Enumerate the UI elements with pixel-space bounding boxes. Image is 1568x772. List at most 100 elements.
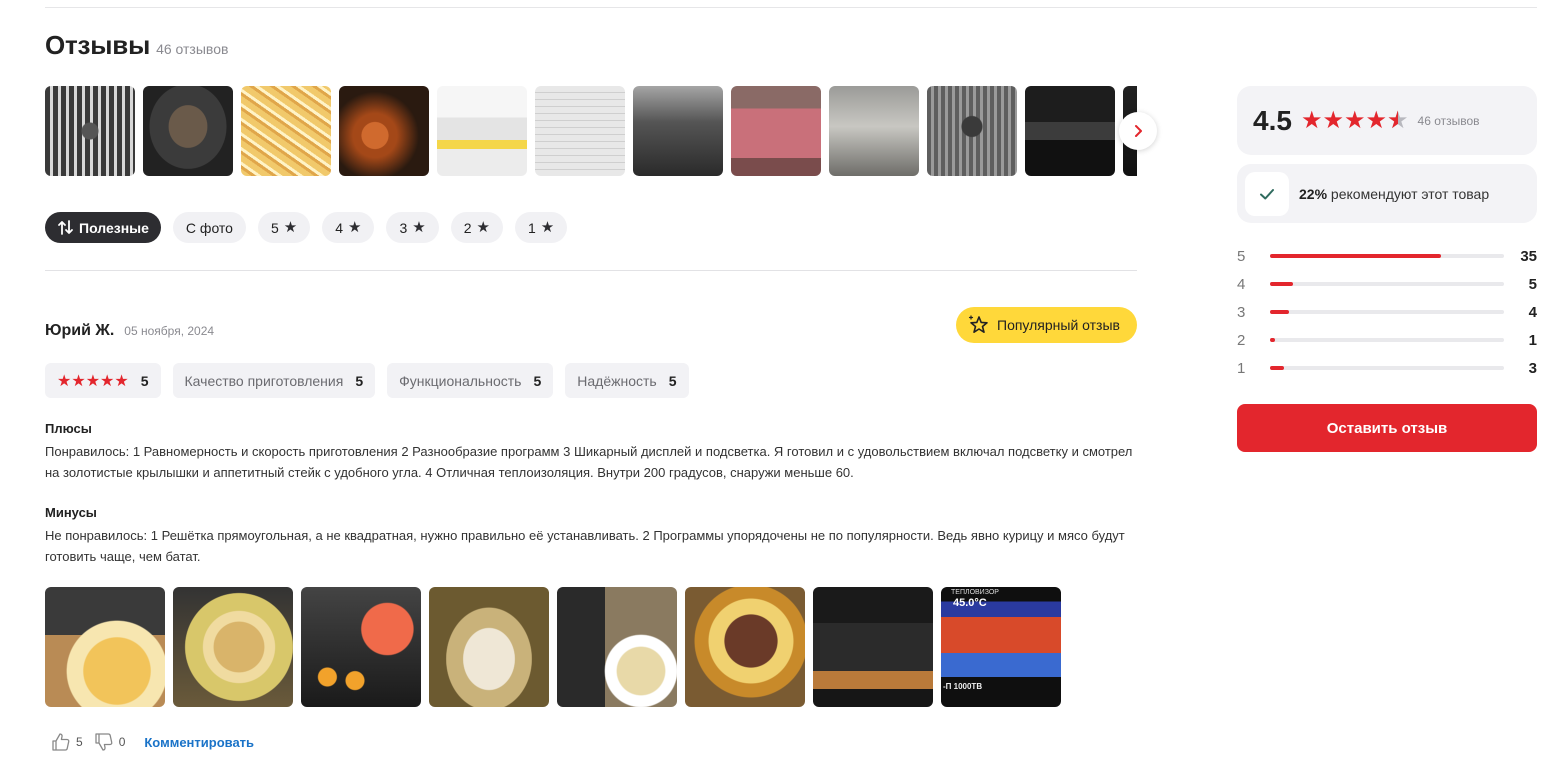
filters-divider <box>45 270 1137 271</box>
rating-summary-card: 4.5 ★★★★★★ 46 отзывов <box>1237 86 1537 155</box>
gallery-thumbnail[interactable] <box>1025 86 1115 176</box>
photo-gallery <box>45 86 1137 176</box>
cons-title: Минусы <box>45 505 97 520</box>
gallery-thumbnail[interactable] <box>437 86 527 176</box>
author-name: Юрий Ж. <box>45 322 115 339</box>
distribution-fill <box>1270 310 1289 314</box>
pros-title: Плюсы <box>45 421 92 436</box>
filter-1-stars[interactable]: 1 ★ <box>514 212 568 243</box>
review-date: 05 ноября, 2024 <box>124 324 215 338</box>
distribution-row[interactable]: 34 <box>1237 298 1537 326</box>
recommend-card: 22% рекомендуют этот товар <box>1237 164 1537 223</box>
review-scores: ★★★★★ 5 Качество приготовления 5 Функцио… <box>45 363 689 398</box>
page-title: Отзывы <box>45 30 151 60</box>
filter-4-stars[interactable]: 4 ★ <box>322 212 375 243</box>
sparkle-star-icon <box>968 315 988 333</box>
pros-text: Понравилось: 1 Равномерность и скорость … <box>45 444 1133 480</box>
popular-badge-label: Популярный отзыв <box>997 317 1120 333</box>
score-value: 5 <box>355 372 364 389</box>
distribution-bar <box>1270 254 1504 258</box>
review-photo[interactable] <box>301 587 421 707</box>
gallery-thumbnail[interactable] <box>829 86 919 176</box>
filter-useful[interactable]: Полезные <box>45 212 161 243</box>
score-label: Надёжность <box>577 372 657 389</box>
distribution-stars: 5 <box>1237 247 1246 265</box>
filter-2-stars[interactable]: 2 ★ <box>450 212 503 243</box>
star-icon: ★ <box>412 219 426 236</box>
photo-overlay-text: -П 1000ТВ <box>943 682 983 691</box>
gallery-thumbnail[interactable] <box>535 86 625 176</box>
gallery-thumbnail[interactable] <box>143 86 233 176</box>
overall-score: ★★★★★ 5 <box>45 363 161 398</box>
review-filters: Полезные С фото 5 ★ 4 ★ 3 ★ 2 ★ 1 ★ <box>45 212 568 243</box>
score-functionality: Функциональность 5 <box>387 363 554 398</box>
distribution-count: 1 <box>1528 331 1537 349</box>
score-reliability: Надёжность 5 <box>565 363 689 398</box>
review-photo[interactable] <box>429 587 549 707</box>
average-rating: 4.5 <box>1253 104 1292 136</box>
distribution-fill <box>1270 282 1294 286</box>
distribution-row[interactable]: 45 <box>1237 270 1537 298</box>
distribution-count: 4 <box>1528 303 1537 321</box>
thumbs-down-icon[interactable] <box>94 732 114 752</box>
distribution-bar <box>1270 338 1504 342</box>
star-icon: ★ <box>476 219 490 236</box>
popular-review-badge: Популярный отзыв <box>956 307 1137 343</box>
chevron-right-icon <box>1135 125 1142 137</box>
distribution-count: 5 <box>1528 275 1537 293</box>
score-cooking-quality: Качество приготовления 5 <box>172 363 376 398</box>
gallery-thumbnail[interactable] <box>45 86 135 176</box>
overall-score-value: 5 <box>140 372 149 389</box>
rating-stars-icon: ★★★★★★ <box>1300 106 1409 134</box>
leave-review-button[interactable]: Оставить отзыв <box>1237 404 1537 452</box>
likes-count: 5 <box>76 735 83 749</box>
review-photo[interactable] <box>813 587 933 707</box>
distribution-row[interactable]: 13 <box>1237 354 1537 382</box>
photo-overlay-temperature: 45.0°C <box>953 597 987 609</box>
filter-1-label: 1 <box>527 219 536 236</box>
filter-with-photo[interactable]: С фото <box>172 212 246 243</box>
thumbs-up-icon[interactable] <box>51 732 71 752</box>
distribution-fill <box>1270 366 1285 370</box>
dislikes-count: 0 <box>118 735 126 749</box>
gallery-thumbnail[interactable] <box>731 86 821 176</box>
reviews-header: Отзывы 46 отзывов <box>45 30 228 61</box>
gallery-track <box>45 86 1137 176</box>
review-photo[interactable] <box>45 587 165 707</box>
review-actions: 5 0 Комментировать <box>51 732 254 752</box>
review-author-line: Юрий Ж. 05 ноября, 2024 <box>45 322 214 340</box>
gallery-thumbnail[interactable] <box>241 86 331 176</box>
distribution-bar <box>1270 310 1504 314</box>
distribution-fill <box>1270 254 1441 258</box>
distribution-count: 3 <box>1528 359 1537 377</box>
filter-5-stars[interactable]: 5 ★ <box>257 212 311 243</box>
distribution-row[interactable]: 5 35 <box>1237 242 1537 270</box>
review-photo[interactable] <box>557 587 677 707</box>
gallery-thumbnail[interactable] <box>339 86 429 176</box>
filter-2-label: 2 <box>463 219 472 236</box>
gallery-thumbnail[interactable] <box>927 86 1017 176</box>
review-photo[interactable] <box>685 587 805 707</box>
review-photo[interactable] <box>173 587 293 707</box>
distribution-stars: 1 <box>1237 359 1246 377</box>
filter-with-photo-label: С фото <box>185 219 233 236</box>
recommend-percent: 22% <box>1299 185 1328 202</box>
score-value: 5 <box>668 372 677 389</box>
check-icon <box>1245 171 1289 216</box>
sort-icon <box>58 220 73 235</box>
photo-overlay-text: ТЕПЛОВИЗОР <box>951 589 999 596</box>
distribution-fill <box>1270 338 1275 342</box>
comment-link[interactable]: Комментировать <box>144 735 254 750</box>
star-icon: ★ <box>348 219 362 236</box>
distribution-stars: 2 <box>1237 331 1246 349</box>
distribution-row[interactable]: 21 <box>1237 326 1537 354</box>
distribution-count: 35 <box>1520 247 1537 265</box>
filter-useful-label: Полезные <box>79 219 149 236</box>
gallery-thumbnail[interactable] <box>633 86 723 176</box>
reviews-count: 46 отзывов <box>156 41 229 57</box>
star-icon: ★ <box>283 219 298 236</box>
review-photo[interactable]: ТЕПЛОВИЗОР 45.0°C -П 1000ТВ <box>941 587 1061 707</box>
filter-5-label: 5 <box>270 219 279 236</box>
filter-3-stars[interactable]: 3 ★ <box>386 212 439 243</box>
gallery-next-button[interactable] <box>1119 112 1157 150</box>
